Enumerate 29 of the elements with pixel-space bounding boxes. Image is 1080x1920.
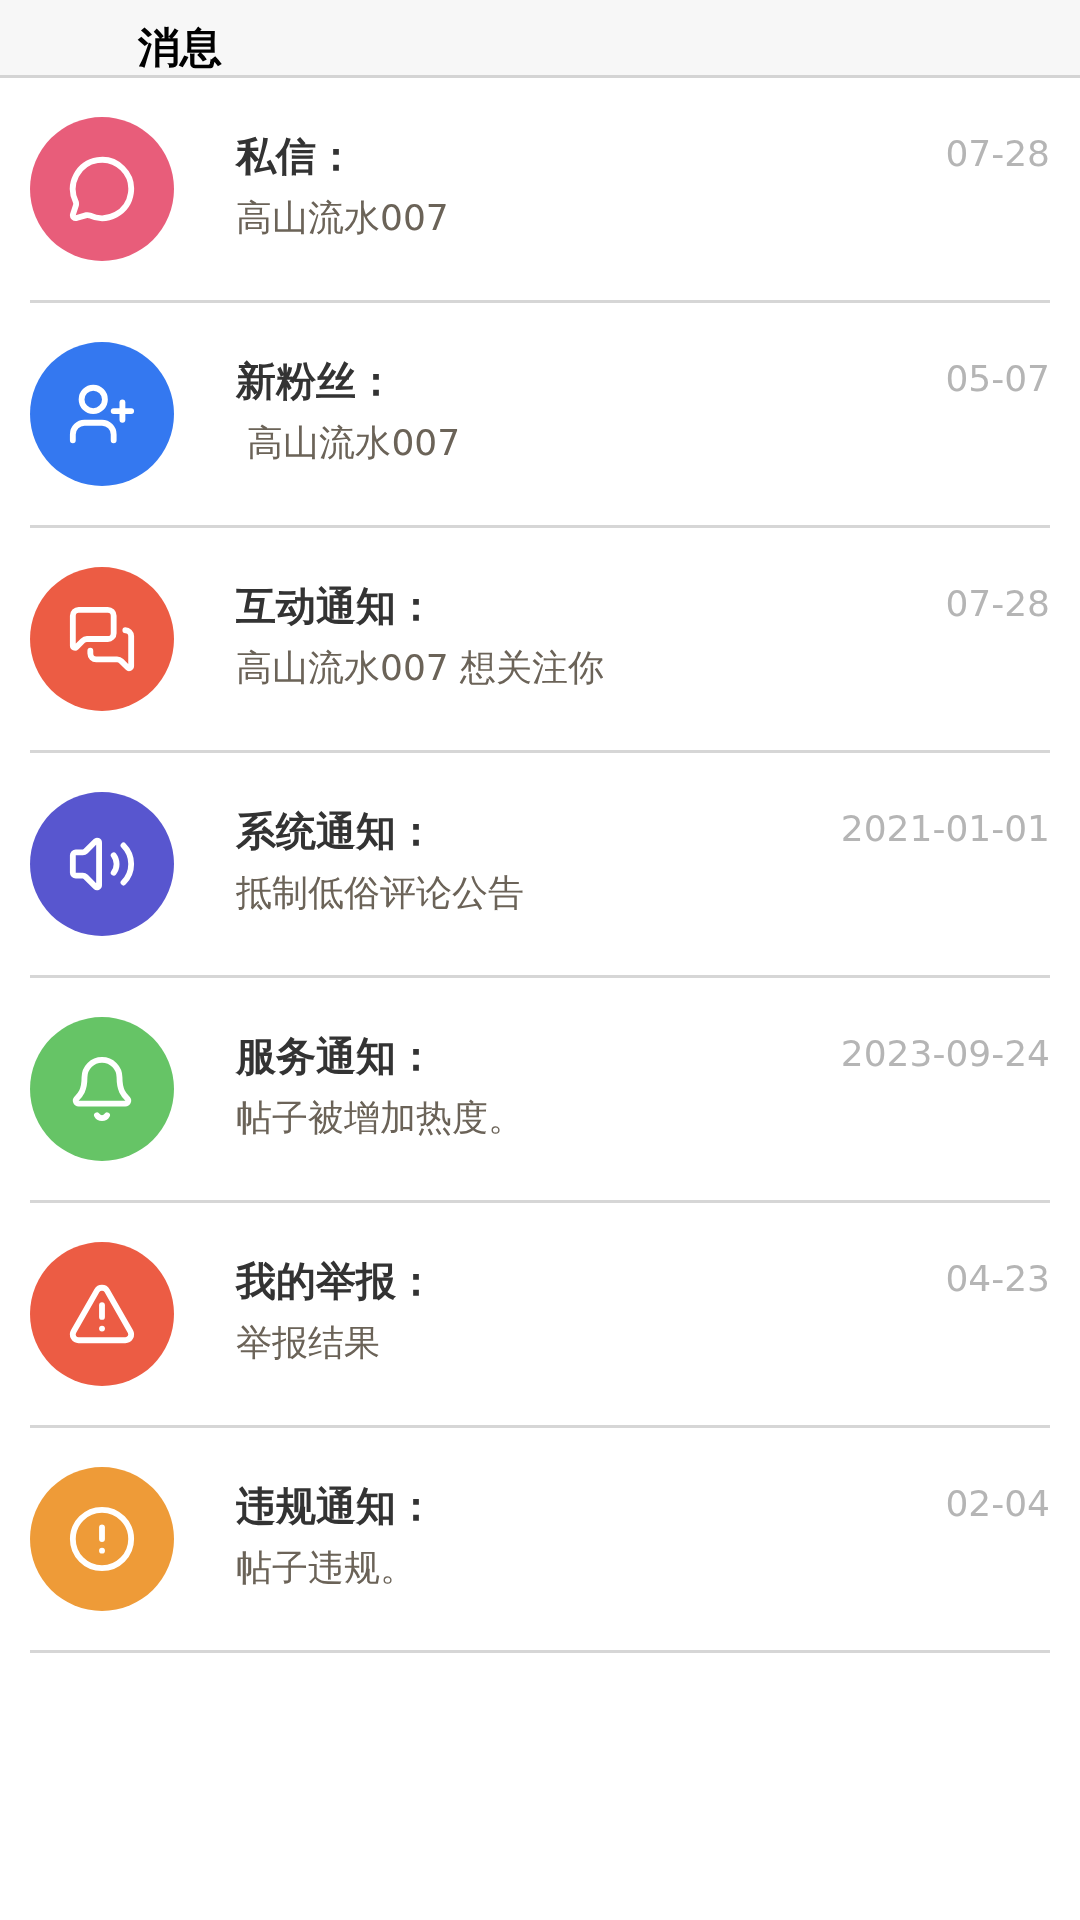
message-row[interactable]: 我的举报： 04-23 举报结果 (30, 1203, 1050, 1428)
message-date: 04-23 (945, 1256, 1050, 1301)
message-title: 系统通知： (236, 806, 436, 856)
message-date: 02-04 (945, 1481, 1050, 1526)
message-preview: 高山流水007 (246, 420, 461, 465)
message-title: 服务通知： (236, 1031, 436, 1081)
message-preview: 举报结果 (236, 1320, 380, 1365)
message-date: 05-07 (945, 356, 1050, 401)
message-row[interactable]: 互动通知： 07-28 高山流水007 想关注你 (30, 528, 1050, 753)
message-preview: 帖子被增加热度。 (236, 1095, 524, 1140)
message-title: 私信： (236, 131, 356, 181)
message-date: 07-28 (945, 581, 1050, 626)
message-row[interactable]: 新粉丝： 05-07 高山流水007 (30, 303, 1050, 528)
message-row[interactable]: 系统通知： 2021-01-01 抵制低俗评论公告 (30, 753, 1050, 978)
message-row[interactable]: 违规通知： 02-04 帖子违规。 (30, 1428, 1050, 1653)
message-date: 2023-09-24 (840, 1031, 1050, 1076)
message-date: 07-28 (945, 131, 1050, 176)
message-preview: 抵制低俗评论公告 (236, 870, 524, 915)
message-preview: 高山流水007 (236, 195, 449, 240)
message-title: 互动通知： (236, 581, 436, 631)
message-preview: 帖子违规。 (236, 1545, 416, 1590)
message-row[interactable]: 私信： 07-28 高山流水007 (30, 78, 1050, 303)
message-row[interactable]: 服务通知： 2023-09-24 帖子被增加热度。 (30, 978, 1050, 1203)
message-preview: 高山流水007 想关注你 (236, 645, 605, 690)
page-title: 消息 (138, 27, 222, 69)
message-title: 违规通知： (236, 1481, 436, 1531)
message-title: 我的举报： (236, 1256, 436, 1306)
message-date: 2021-01-01 (840, 806, 1050, 851)
message-title: 新粉丝： (236, 356, 396, 406)
